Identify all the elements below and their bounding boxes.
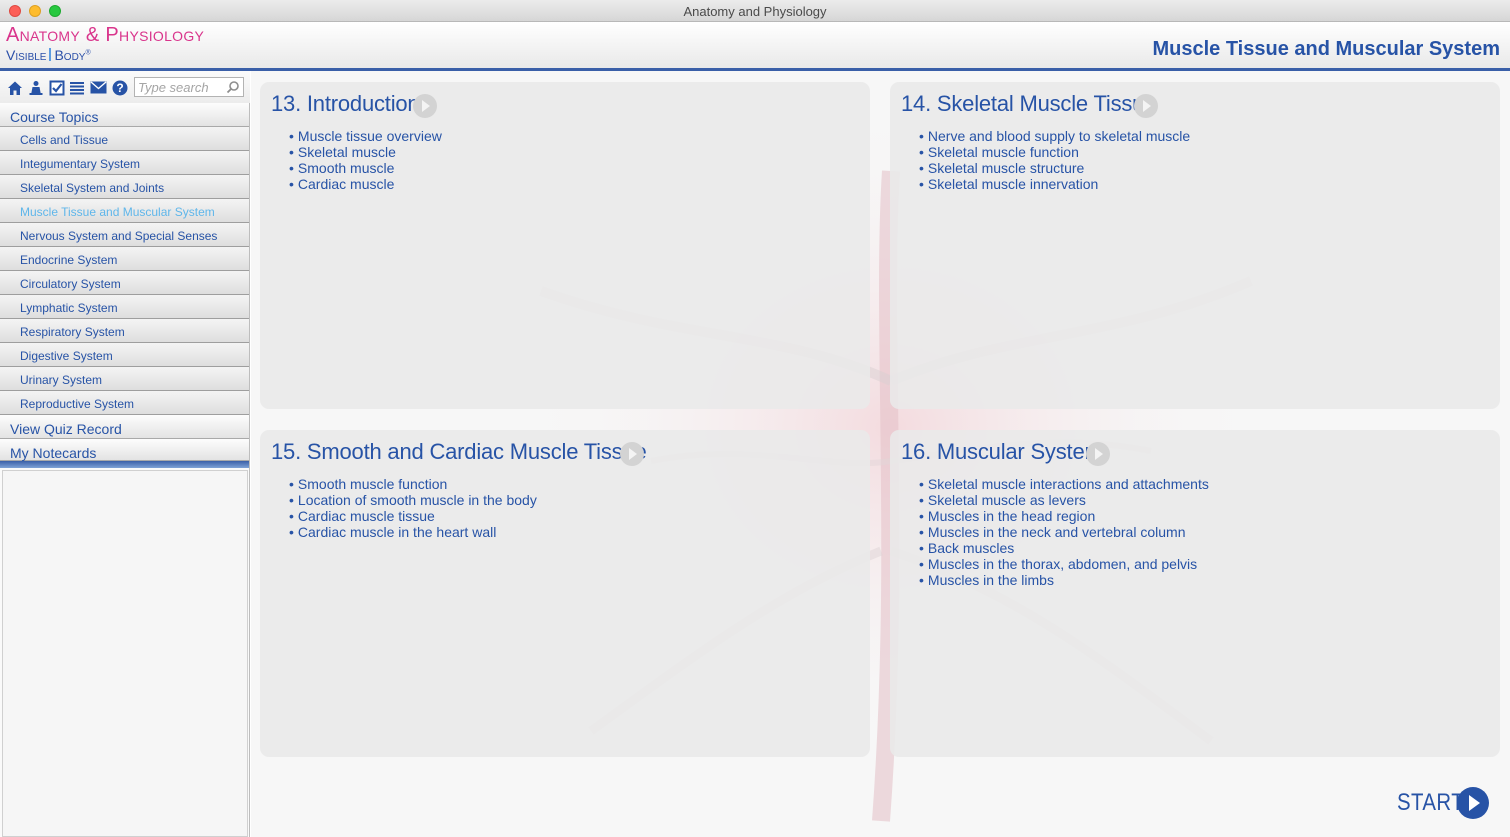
lesson-topic-item[interactable]: Muscles in the limbs [919, 572, 1209, 588]
lesson-topic-item[interactable]: Back muscles [919, 540, 1209, 556]
lesson-topic-item[interactable]: Skeletal muscle [289, 144, 442, 160]
checkmark-icon[interactable] [48, 79, 65, 96]
lesson-topic-item[interactable]: Cardiac muscle in the heart wall [289, 524, 537, 540]
title-bar: Anatomy and Physiology [0, 0, 1510, 22]
window-title: Anatomy and Physiology [683, 4, 827, 19]
lesson-title[interactable]: 13. Introduction [271, 91, 420, 117]
search-input[interactable] [138, 79, 222, 95]
lesson-topic-item[interactable]: Muscle tissue overview [289, 128, 442, 144]
sidebar-my-notecards[interactable]: My Notecards [0, 439, 249, 461]
lesson-topic-list: Muscle tissue overviewSkeletal muscleSmo… [289, 128, 442, 192]
search-icon[interactable] [226, 80, 240, 94]
start-button[interactable]: START [1397, 787, 1489, 819]
lesson-topic-list: Smooth muscle functionLocation of smooth… [289, 476, 537, 540]
sidebar-toolbar: ? [0, 71, 250, 103]
lesson-topic-item[interactable]: Smooth muscle [289, 160, 442, 176]
logo-brand-body: Body [54, 47, 86, 63]
help-icon[interactable]: ? [111, 79, 128, 96]
lesson-topic-item[interactable]: Skeletal muscle as levers [919, 492, 1209, 508]
lesson-topic-item[interactable]: Muscles in the head region [919, 508, 1209, 524]
play-arrow-icon [1457, 787, 1489, 819]
person-icon[interactable] [27, 79, 44, 96]
lesson-topic-item[interactable]: Location of smooth muscle in the body [289, 492, 537, 508]
sidebar-divider [0, 461, 249, 468]
sidebar-view-quiz-record[interactable]: View Quiz Record [0, 415, 249, 439]
list-icon[interactable] [68, 79, 85, 96]
lesson-topic-item[interactable]: Muscles in the neck and vertebral column [919, 524, 1209, 540]
sidebar-topic-endocrine-system[interactable]: Endocrine System [0, 247, 249, 271]
logo-title: Anatomy & Physiology [6, 24, 205, 46]
lesson-topic-item[interactable]: Skeletal muscle structure [919, 160, 1190, 176]
sidebar: ? Course Topics Cells and TissueIntegume… [0, 71, 250, 837]
lesson-topic-item[interactable]: Smooth muscle function [289, 476, 537, 492]
logo-divider [49, 48, 52, 61]
app-header: Anatomy & Physiology Visible Body® Muscle… [0, 22, 1510, 68]
lesson-topic-item[interactable]: Skeletal muscle innervation [919, 176, 1190, 192]
lesson-panel-16[interactable]: 16. Muscular System Skeletal muscle inter… [890, 430, 1500, 757]
play-arrow-icon[interactable] [620, 442, 644, 466]
sidebar-content-area [2, 470, 248, 837]
start-label: START [1397, 789, 1465, 816]
page-title: Muscle Tissue and Muscular System [1152, 38, 1500, 60]
lesson-panel-14[interactable]: 14. Skeletal Muscle Tissue Nerve and bloo… [890, 82, 1500, 409]
main-content: 13. IntroductionMuscle tissue overviewSk… [251, 71, 1510, 837]
lesson-topic-item[interactable]: Nerve and blood supply to skeletal muscl… [919, 128, 1190, 144]
lesson-topic-item[interactable]: Skeletal muscle function [919, 144, 1190, 160]
lesson-title[interactable]: 14. Skeletal Muscle Tissue [901, 91, 1156, 117]
sidebar-topic-respiratory-system[interactable]: Respiratory System [0, 319, 249, 343]
lesson-topic-list: Skeletal muscle interactions and attachm… [919, 476, 1209, 588]
play-arrow-icon[interactable] [1086, 442, 1110, 466]
mail-icon[interactable] [90, 79, 107, 96]
sidebar-topic-reproductive-system[interactable]: Reproductive System [0, 391, 249, 415]
sidebar-topic-circulatory-system[interactable]: Circulatory System [0, 271, 249, 295]
lesson-topic-item[interactable]: Muscles in the thorax, abdomen, and pelv… [919, 556, 1209, 572]
sidebar-topic-urinary-system[interactable]: Urinary System [0, 367, 249, 391]
lesson-title[interactable]: 15. Smooth and Cardiac Muscle Tissue [271, 439, 647, 465]
logo-brand: Visible Body® [6, 47, 91, 63]
lesson-topic-item[interactable]: Skeletal muscle interactions and attachm… [919, 476, 1209, 492]
sidebar-topic-cells-and-tissue[interactable]: Cells and Tissue [0, 127, 249, 151]
lesson-topic-list: Nerve and blood supply to skeletal muscl… [919, 128, 1190, 192]
logo-registered-mark: ® [85, 49, 91, 57]
play-arrow-icon[interactable] [413, 94, 437, 118]
app-window: Anatomy and Physiology Anatomy & Physiol… [0, 0, 1510, 837]
logo-brand-visible: Visible [6, 47, 47, 63]
sidebar-topic-nervous-system-and-special-senses[interactable]: Nervous System and Special Senses [0, 223, 249, 247]
sidebar-topic-digestive-system[interactable]: Digestive System [0, 343, 249, 367]
sidebar-topic-lymphatic-system[interactable]: Lymphatic System [0, 295, 249, 319]
lesson-panel-13[interactable]: 13. Introduction Muscle tissue overviewSk… [260, 82, 870, 409]
search-box [134, 77, 244, 97]
sidebar-topic-muscle-tissue-and-muscular-system[interactable]: Muscle Tissue and Muscular System [0, 199, 249, 223]
home-icon[interactable] [6, 79, 23, 96]
svg-text:?: ? [116, 81, 123, 95]
sidebar-topic-integumentary-system[interactable]: Integumentary System [0, 151, 249, 175]
sidebar-topic-skeletal-system-and-joints[interactable]: Skeletal System and Joints [0, 175, 249, 199]
lesson-title[interactable]: 16. Muscular System [901, 439, 1103, 465]
lesson-topic-item[interactable]: Cardiac muscle [289, 176, 442, 192]
lesson-panel-15[interactable]: 15. Smooth and Cardiac Muscle Tissue Smoo… [260, 430, 870, 757]
play-arrow-icon[interactable] [1134, 94, 1158, 118]
sidebar-course-topics[interactable]: Course Topics [0, 103, 249, 127]
lesson-topic-item[interactable]: Cardiac muscle tissue [289, 508, 537, 524]
